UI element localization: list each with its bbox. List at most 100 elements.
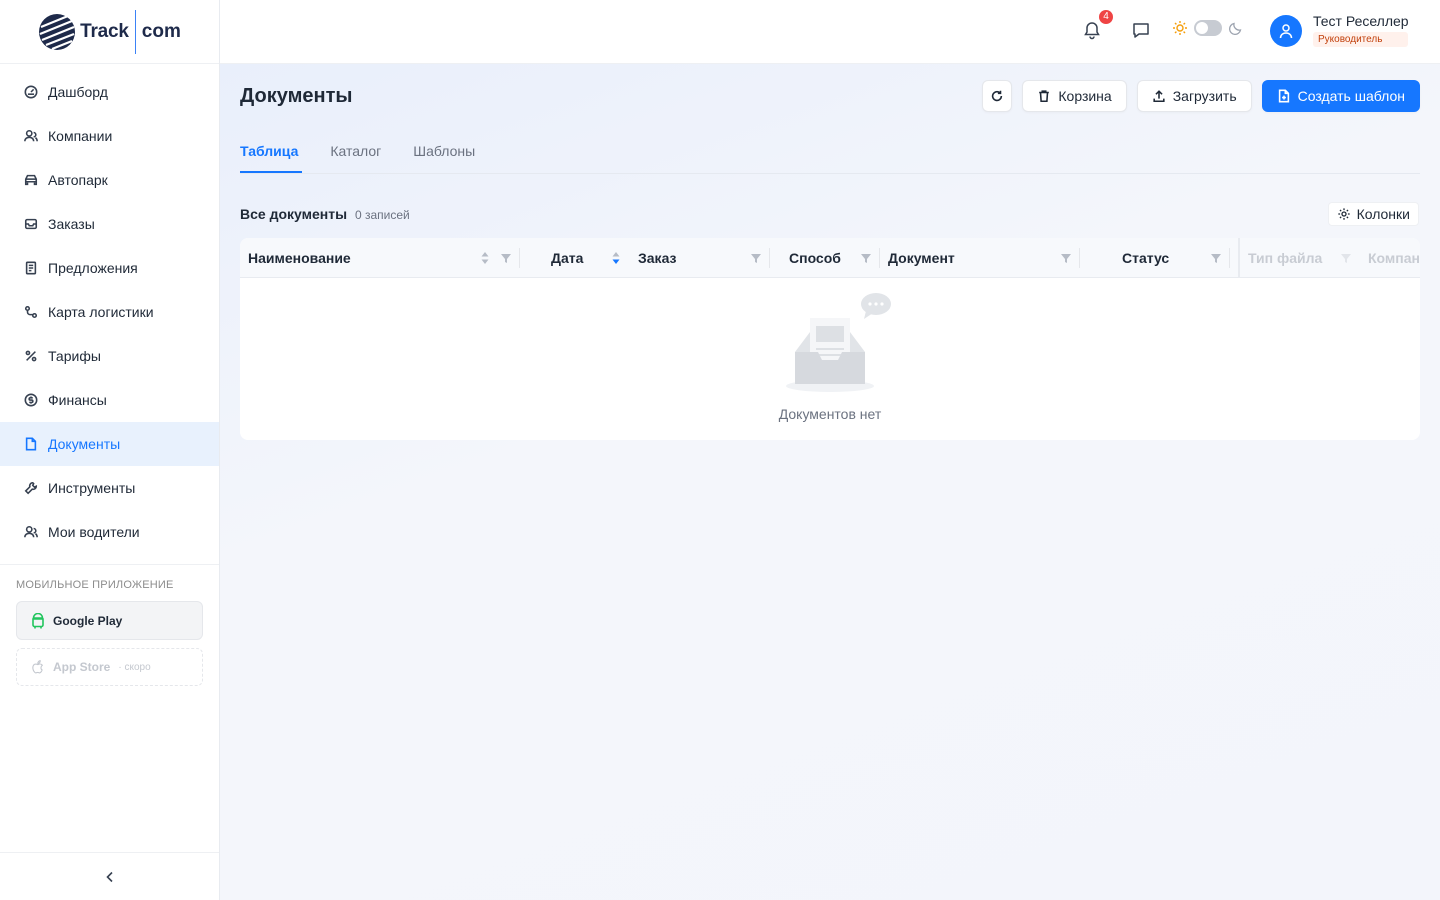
filter-icon[interactable]	[750, 250, 762, 266]
sidebar-nav: Дашборд Компании Автопарк Заказы Предлож…	[0, 64, 219, 554]
column-header-method[interactable]: Способ	[789, 238, 841, 278]
app-store-label: App Store	[53, 660, 111, 674]
column-header-status[interactable]: Статус	[1122, 238, 1169, 278]
column-divider	[769, 248, 770, 268]
filter-icon[interactable]	[860, 250, 872, 266]
column-divider	[879, 248, 880, 268]
refresh-button[interactable]	[982, 80, 1013, 112]
create-template-button[interactable]: Создать шаблон	[1261, 80, 1420, 112]
columns-button[interactable]: Колонки	[1327, 202, 1419, 226]
file-plus-icon	[1278, 89, 1289, 103]
user-role-badge: Руководитель	[1313, 32, 1408, 47]
chat-icon[interactable]	[1131, 20, 1151, 40]
top-header: 4 Тест Реселлер Руководитель	[220, 0, 1440, 64]
filter-icon[interactable]	[500, 250, 512, 266]
user-name[interactable]: Тест Реселлер	[1313, 13, 1409, 29]
column-header-name[interactable]: Наименование	[248, 238, 351, 278]
sidebar-item-label: Финансы	[48, 392, 107, 408]
sidebar-item-finance[interactable]: Финансы	[0, 378, 219, 422]
filter-icon[interactable]	[1340, 250, 1352, 266]
logo-text: Track	[80, 20, 129, 42]
chevron-left-icon	[105, 871, 113, 882]
filter-icon[interactable]	[1060, 250, 1072, 266]
column-header-date[interactable]: Дата	[551, 238, 583, 278]
tab-catalog[interactable]: Каталог	[330, 130, 381, 173]
moon-icon	[1228, 22, 1242, 36]
logo-divider	[134, 9, 136, 54]
wrench-icon	[24, 481, 38, 495]
sidebar-item-label: Предложения	[48, 260, 138, 276]
sidebar: Track com Дашборд Компании Автопарк Зака…	[0, 0, 220, 900]
sidebar-item-fleet[interactable]: Автопарк	[0, 158, 219, 202]
upload-button[interactable]: Загрузить	[1136, 80, 1252, 112]
notification-badge: 4	[1099, 10, 1113, 24]
dashboard-icon	[24, 85, 38, 99]
section-title: Все документы	[240, 206, 348, 222]
column-header-order[interactable]: Заказ	[638, 238, 676, 278]
column-header-document[interactable]: Документ	[888, 238, 955, 278]
app-store-soon: · скоро	[118, 661, 151, 673]
sidebar-item-documents[interactable]: Документы	[0, 422, 219, 466]
column-divider	[519, 248, 520, 268]
percent-icon	[25, 350, 37, 362]
trash-button-label: Корзина	[1058, 88, 1112, 104]
documents-table: Наименование Дата Заказ Способ Документ …	[240, 238, 1420, 440]
sidebar-item-label: Тарифы	[48, 348, 101, 364]
columns-button-label: Колонки	[1356, 206, 1410, 222]
main-content: Документы Корзина Загрузить Создать шабл…	[220, 64, 1440, 900]
sidebar-item-label: Автопарк	[48, 172, 108, 188]
column-header-company[interactable]: Компан	[1368, 238, 1420, 278]
sidebar-item-companies[interactable]: Компании	[0, 114, 219, 158]
record-count: 0 записей	[355, 208, 410, 222]
trash-icon	[1039, 90, 1050, 103]
tab-table[interactable]: Таблица	[240, 130, 303, 173]
filter-icon[interactable]	[1210, 250, 1222, 266]
sidebar-item-label: Мои водители	[48, 524, 140, 540]
sidebar-item-label: Инструменты	[48, 480, 136, 496]
sidebar-item-label: Компании	[48, 128, 113, 144]
file-list-icon	[25, 261, 37, 275]
sidebar-item-my-drivers[interactable]: Мои водители	[0, 510, 219, 554]
tab-templates[interactable]: Шаблоны	[413, 130, 475, 173]
document-icon	[25, 437, 37, 451]
box-icon	[24, 218, 38, 230]
sidebar-item-label: Заказы	[48, 216, 95, 232]
upload-button-label: Загрузить	[1172, 88, 1237, 104]
theme-switch	[1172, 20, 1244, 36]
trash-button[interactable]: Корзина	[1022, 80, 1127, 112]
sidebar-item-logistics-map[interactable]: Карта логистики	[0, 290, 219, 334]
table-header: Наименование Дата Заказ Способ Документ …	[240, 238, 1420, 278]
sun-icon	[1173, 21, 1187, 35]
sidebar-item-tariffs[interactable]: Тарифы	[0, 334, 219, 378]
collapse-sidebar-button[interactable]	[0, 852, 219, 900]
sort-icon[interactable]	[480, 250, 490, 266]
car-icon	[24, 174, 38, 186]
logo[interactable]: Track com	[0, 0, 219, 64]
sort-desc-icon[interactable]	[611, 250, 621, 266]
empty-state: Документов нет	[240, 278, 1420, 440]
avatar[interactable]	[1270, 15, 1302, 47]
user-avatar-icon	[1279, 24, 1293, 39]
column-divider	[1229, 248, 1230, 268]
column-header-file-type[interactable]: Тип файла	[1248, 238, 1322, 278]
create-template-label: Создать шаблон	[1297, 88, 1405, 104]
fixed-column-shadow	[1238, 238, 1240, 278]
apple-icon	[32, 660, 44, 674]
column-divider	[1079, 248, 1080, 268]
sidebar-item-label: Дашборд	[48, 84, 108, 100]
sidebar-item-tools[interactable]: Инструменты	[0, 466, 219, 510]
sidebar-item-label: Документы	[48, 436, 121, 452]
android-icon	[32, 612, 44, 628]
google-play-button[interactable]: Google Play	[16, 601, 203, 640]
sidebar-item-offers[interactable]: Предложения	[0, 246, 219, 290]
sidebar-item-dashboard[interactable]: Дашборд	[0, 70, 219, 114]
bell-icon[interactable]	[1082, 20, 1102, 40]
gear-icon	[1337, 208, 1350, 220]
route-icon	[24, 305, 38, 319]
theme-toggle[interactable]	[1194, 20, 1222, 36]
refresh-icon	[992, 90, 1003, 102]
empty-state-text: Документов нет	[778, 406, 882, 422]
empty-inbox-icon	[786, 293, 891, 392]
page-actions: Корзина Загрузить Создать шаблон	[982, 80, 1420, 112]
sidebar-item-orders[interactable]: Заказы	[0, 202, 219, 246]
